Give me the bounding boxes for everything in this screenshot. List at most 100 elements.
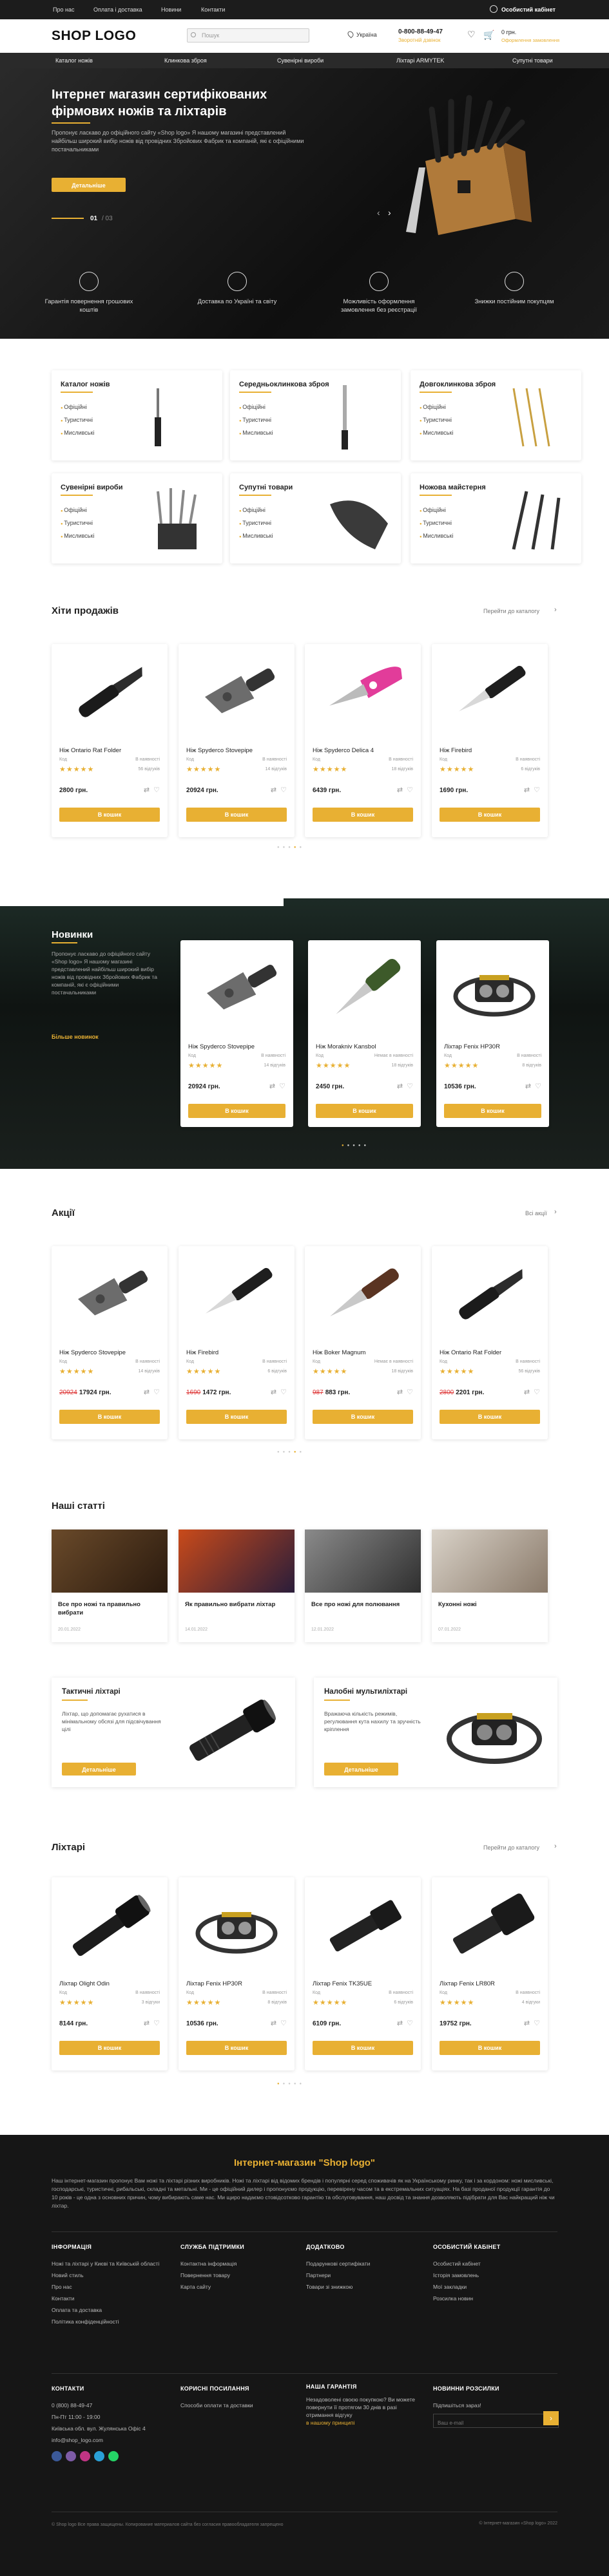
product-name[interactable]: Ліхтар Olight Odin bbox=[59, 1980, 110, 1987]
product-image[interactable] bbox=[188, 652, 285, 739]
add-to-cart-button[interactable]: В кошик bbox=[313, 1410, 413, 1424]
add-to-cart-button[interactable]: В кошик bbox=[440, 1410, 540, 1424]
article-card[interactable]: Як правильно вибрати ліхтар 14.01.2022 bbox=[179, 1530, 295, 1642]
reviews-count[interactable]: 18 відгуків bbox=[392, 767, 413, 772]
category-link[interactable]: Офіційні bbox=[239, 401, 273, 414]
instagram-icon[interactable] bbox=[80, 2451, 90, 2461]
product-image[interactable] bbox=[61, 652, 158, 739]
heart-icon[interactable]: ♡ bbox=[280, 2020, 287, 2027]
product-card[interactable]: Ніж Boker Magnum Код Немає в наявності ★★★★… bbox=[305, 1246, 421, 1439]
article-title[interactable]: Як правильно вибрати ліхтар bbox=[185, 1600, 288, 1609]
category-card[interactable]: Супутні товари ОфіційніТуристичніМисливсь… bbox=[230, 473, 401, 564]
product-card[interactable]: Ніж Firebird Код В наявності ★★★★★ 6 відгукі… bbox=[432, 644, 548, 837]
article-image[interactable] bbox=[179, 1530, 295, 1593]
category-link[interactable]: Туристичні bbox=[61, 517, 94, 530]
category-link[interactable]: Офіційні bbox=[420, 401, 453, 414]
topbar-link-contacts[interactable]: Контакти bbox=[201, 6, 225, 13]
product-image[interactable] bbox=[61, 1885, 158, 1972]
novelty-pagination[interactable]: ●●●●● bbox=[342, 1144, 369, 1148]
reviews-count[interactable]: 18 відгуків bbox=[392, 1063, 413, 1068]
add-to-cart-button[interactable]: В кошик bbox=[59, 808, 160, 822]
category-link[interactable]: Мисливські bbox=[420, 427, 453, 440]
product-name[interactable]: Ніж Spyderco Stovepipe bbox=[59, 1349, 126, 1356]
compare-icon[interactable]: ⇄ bbox=[271, 1388, 276, 1396]
category-title[interactable]: Супутні товари bbox=[239, 484, 293, 491]
footer-link[interactable]: Історія замовлень bbox=[433, 2269, 543, 2281]
compare-icon[interactable]: ⇄ bbox=[144, 1388, 150, 1396]
nav-knives[interactable]: Каталог ножів bbox=[55, 57, 93, 64]
compare-icon[interactable]: ⇄ bbox=[269, 1083, 275, 1090]
category-link[interactable]: Мисливські bbox=[239, 530, 273, 543]
cart-icon[interactable]: 🛒 bbox=[483, 30, 494, 41]
category-link[interactable]: Офіційні bbox=[239, 504, 273, 517]
compare-icon[interactable]: ⇄ bbox=[524, 1388, 530, 1396]
compare-icon[interactable]: ⇄ bbox=[271, 786, 276, 794]
heart-icon[interactable]: ♡ bbox=[279, 1083, 285, 1090]
category-card[interactable]: Сувенірні вироби ОфіційніТуристичніМислив… bbox=[52, 473, 222, 564]
checkout-link[interactable]: Оформлення замовлення bbox=[501, 37, 559, 43]
product-card[interactable]: Ніж Spyderco Stovepipe Код В наявності ★★★★… bbox=[179, 644, 295, 837]
add-to-cart-button[interactable]: В кошик bbox=[59, 2041, 160, 2055]
facebook-icon[interactable] bbox=[52, 2451, 62, 2461]
compare-icon[interactable]: ⇄ bbox=[397, 2020, 403, 2027]
reviews-count[interactable]: 56 відгуків bbox=[139, 767, 160, 772]
product-image[interactable] bbox=[446, 948, 543, 1035]
product-card[interactable]: Ніж Ontario Rat Folder Код В наявності ★★★★… bbox=[432, 1246, 548, 1439]
heart-icon[interactable]: ♡ bbox=[407, 1083, 413, 1090]
compare-icon[interactable]: ⇄ bbox=[524, 2020, 530, 2027]
compare-icon[interactable]: ⇄ bbox=[397, 1388, 403, 1396]
reviews-count[interactable]: 56 відгуків bbox=[519, 1369, 540, 1374]
product-image[interactable] bbox=[318, 948, 414, 1035]
footer-link[interactable]: Способи оплати та доставки bbox=[180, 2400, 290, 2411]
product-card[interactable]: Ніж Ontario Rat Folder Код В наявності ★★★★… bbox=[52, 644, 168, 837]
guarantee-link[interactable]: в нашому принципі bbox=[306, 2419, 419, 2427]
arrow-right-icon[interactable]: › bbox=[554, 1208, 557, 1216]
product-image[interactable] bbox=[188, 1254, 285, 1341]
user-icon[interactable] bbox=[490, 5, 498, 13]
heart-icon[interactable]: ♡ bbox=[534, 1388, 540, 1396]
footer-link[interactable]: Партнери bbox=[306, 2269, 416, 2281]
product-card[interactable]: Ніж Spyderco Delica 4 Код В наявності ★★★★★… bbox=[305, 644, 421, 837]
add-to-cart-button[interactable]: В кошик bbox=[186, 808, 287, 822]
category-link[interactable]: Офіційні bbox=[61, 504, 94, 517]
topbar-link-news[interactable]: Новини bbox=[161, 6, 181, 13]
product-image[interactable] bbox=[441, 652, 538, 739]
nav-accessories[interactable]: Супутні товари bbox=[512, 57, 553, 64]
footer-link[interactable]: Товари зі знижкою bbox=[306, 2281, 416, 2293]
product-name[interactable]: Ніж Morakniv Kansbol bbox=[316, 1043, 376, 1050]
reviews-count[interactable]: 14 відгуків bbox=[266, 767, 287, 772]
newsletter-email-input[interactable]: Ваш e-mail bbox=[433, 2414, 559, 2428]
compare-icon[interactable]: ⇄ bbox=[144, 2020, 150, 2027]
all-sales-link[interactable]: Всі акції bbox=[525, 1210, 547, 1217]
product-image[interactable] bbox=[190, 948, 287, 1035]
footer-link[interactable]: Про нас bbox=[52, 2281, 161, 2293]
category-title[interactable]: Ножова майстерня bbox=[420, 484, 486, 491]
heart-icon[interactable]: ♡ bbox=[534, 2020, 540, 2027]
product-image[interactable] bbox=[314, 1254, 411, 1341]
send-icon[interactable]: › bbox=[543, 2411, 559, 2425]
category-link[interactable]: Мисливські bbox=[239, 427, 273, 440]
header-phone[interactable]: 0-800-88-49-47 bbox=[398, 28, 443, 35]
bestsellers-pagination[interactable]: ●●●●● bbox=[277, 846, 305, 849]
compare-icon[interactable]: ⇄ bbox=[271, 2020, 276, 2027]
category-title[interactable]: Середньоклинкова зброя bbox=[239, 381, 329, 388]
category-link[interactable]: Туристичні bbox=[239, 414, 273, 427]
product-name[interactable]: Ніж Spyderco Delica 4 bbox=[313, 747, 374, 754]
heart-icon[interactable]: ♡ bbox=[535, 1083, 541, 1090]
viber-icon[interactable] bbox=[66, 2451, 76, 2461]
heart-icon[interactable]: ♡ bbox=[153, 1388, 160, 1396]
heart-icon[interactable]: ♡ bbox=[280, 786, 287, 794]
product-image[interactable] bbox=[61, 1254, 158, 1341]
footer-email[interactable]: info@shop_logo.com bbox=[52, 2434, 161, 2446]
telegram-icon[interactable] bbox=[94, 2451, 104, 2461]
product-name[interactable]: Ніж Boker Magnum bbox=[313, 1349, 365, 1356]
heart-icon[interactable]: ♡ bbox=[407, 1388, 413, 1396]
whatsapp-icon[interactable] bbox=[108, 2451, 119, 2461]
product-card[interactable]: Ніж Firebird Код В наявності ★★★★★ 6 відгукі… bbox=[179, 1246, 295, 1439]
product-image[interactable] bbox=[441, 1885, 538, 1972]
product-name[interactable]: Ніж Spyderco Stovepipe bbox=[188, 1043, 255, 1050]
category-link[interactable]: Туристичні bbox=[61, 414, 94, 427]
category-link[interactable]: Мисливські bbox=[61, 530, 94, 543]
category-title[interactable]: Каталог ножів bbox=[61, 381, 110, 388]
footer-link[interactable]: Контактна інформація bbox=[180, 2258, 290, 2269]
